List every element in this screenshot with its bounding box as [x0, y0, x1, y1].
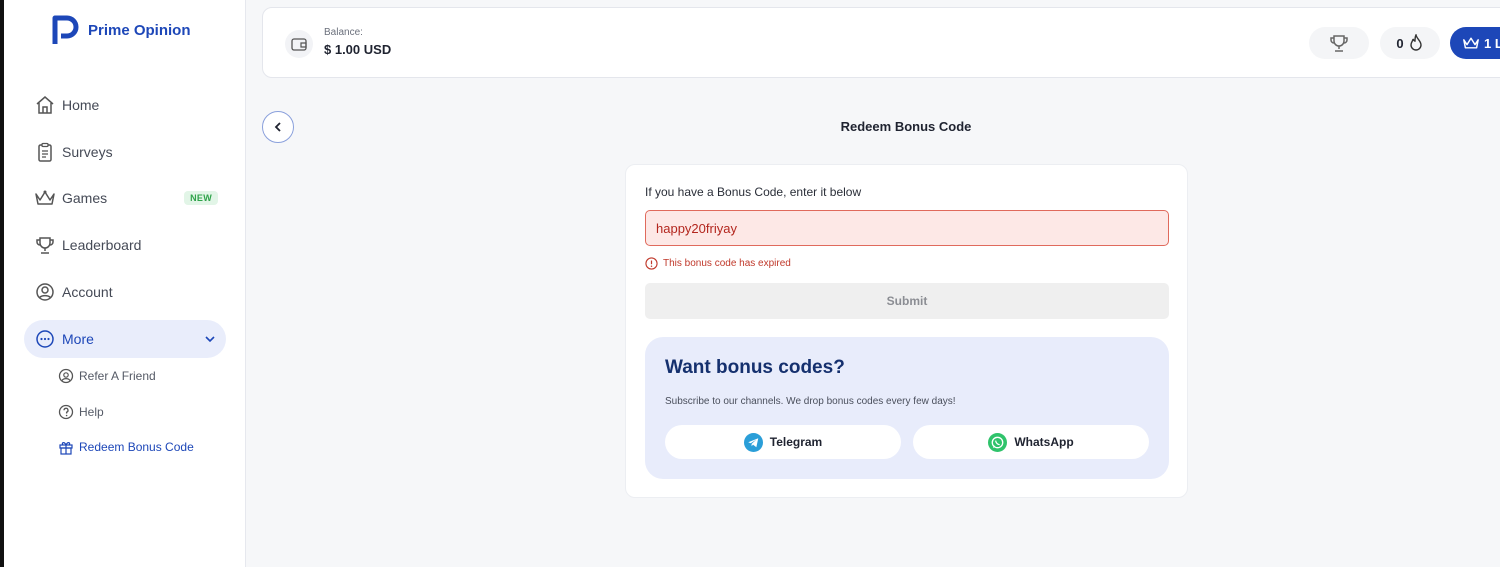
sidebar-item-surveys[interactable]: Surveys [24, 133, 226, 171]
crown-icon [34, 187, 56, 209]
whatsapp-icon [988, 432, 1008, 452]
page-title: Redeem Bonus Code [840, 119, 972, 134]
balance-label: Balance: [324, 27, 363, 38]
prime-opinion-logo-icon [52, 15, 79, 44]
sidebar-item-label: Leaderboard [62, 237, 142, 253]
clipboard-icon [34, 141, 56, 163]
sidebar-item-games[interactable]: Games NEW [24, 179, 226, 217]
level-label: 1 Le [1484, 35, 1500, 51]
more-icon [34, 328, 56, 350]
sidebar-subitem-help[interactable]: Help [58, 402, 104, 422]
error-message: This bonus code has expired [645, 257, 791, 270]
bonus-code-input[interactable] [645, 210, 1169, 246]
telegram-label: Telegram [769, 435, 823, 449]
redeem-card: If you have a Bonus Code, enter it below… [625, 164, 1188, 498]
alert-circle-icon [645, 257, 658, 270]
error-text: This bonus code has expired [663, 258, 791, 269]
brand-name: Prime Opinion [88, 21, 191, 39]
promo-title: Want bonus codes? [665, 357, 845, 378]
sidebar-item-more[interactable]: More [24, 320, 226, 358]
new-badge: NEW [184, 191, 218, 205]
sidebar-item-label: Home [62, 97, 100, 113]
brand-logo[interactable]: Prime Opinion [52, 14, 191, 46]
submit-button[interactable]: Submit [645, 283, 1169, 319]
sidebar-subitem-label: Redeem Bonus Code [79, 440, 194, 454]
leaderboard-button[interactable] [1309, 27, 1369, 59]
flame-icon [1409, 34, 1422, 51]
telegram-icon [743, 432, 763, 452]
sidebar-subitem-redeem-bonus-code[interactable]: Redeem Bonus Code [58, 437, 194, 457]
streak-count: 0 [1396, 35, 1404, 51]
streak-button[interactable]: 0 [1380, 27, 1440, 59]
sidebar-item-label: Games [62, 190, 108, 206]
top-bar: Balance: $ 1.00 USD 0 1 Le [262, 7, 1500, 78]
back-button[interactable] [262, 111, 294, 143]
sidebar-item-label: More [62, 331, 94, 347]
help-icon [58, 404, 74, 420]
refer-friend-icon [58, 368, 74, 384]
trophy-icon [1330, 35, 1348, 52]
whatsapp-label: WhatsApp [1014, 435, 1074, 449]
bonus-code-prompt: If you have a Bonus Code, enter it below [645, 185, 862, 199]
sidebar-subitem-label: Refer A Friend [79, 369, 156, 383]
sidebar-item-home[interactable]: Home [24, 86, 226, 124]
home-icon [34, 94, 56, 116]
sidebar-subitem-refer-a-friend[interactable]: Refer A Friend [58, 366, 156, 386]
balance-value: $ 1.00 USD [324, 42, 392, 57]
sidebar-item-leaderboard[interactable]: Leaderboard [24, 226, 226, 264]
gift-icon [58, 439, 74, 455]
telegram-button[interactable]: Telegram [665, 425, 901, 459]
sidebar: Prime Opinion Home Surveys Games NEW Lea… [4, 0, 246, 567]
sidebar-item-label: Surveys [62, 144, 113, 160]
crown-icon [1463, 37, 1479, 49]
whatsapp-button[interactable]: WhatsApp [913, 425, 1149, 459]
promo-subtitle: Subscribe to our channels. We drop bonus… [665, 396, 956, 407]
wallet-icon [285, 30, 313, 58]
level-button[interactable]: 1 Le [1450, 27, 1500, 59]
user-circle-icon [34, 281, 56, 303]
sidebar-item-account[interactable]: Account [24, 273, 226, 311]
bonus-codes-promo: Want bonus codes? Subscribe to our chann… [645, 337, 1169, 479]
chevron-left-icon [274, 122, 281, 132]
sidebar-item-label: Account [62, 284, 113, 300]
trophy-icon [34, 234, 56, 256]
sidebar-subitem-label: Help [79, 405, 104, 419]
chevron-down-icon [204, 332, 216, 348]
